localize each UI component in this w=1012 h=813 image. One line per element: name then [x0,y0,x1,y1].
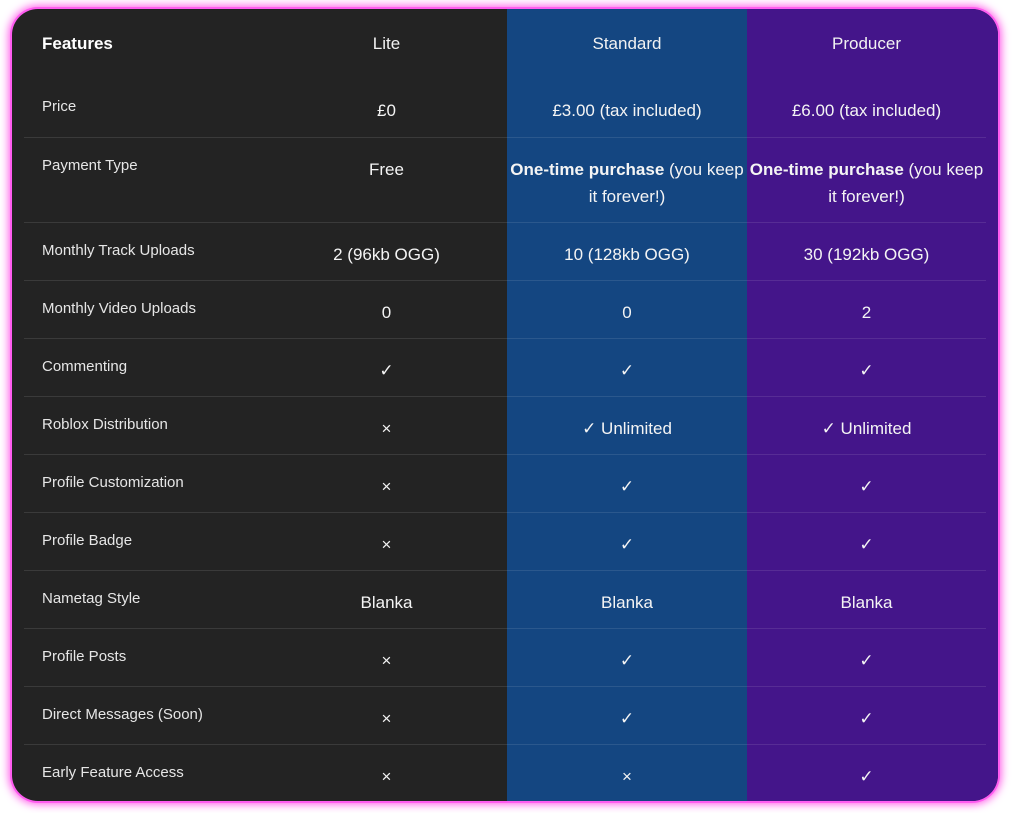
standard-value: £3.00 (tax included) [507,79,747,138]
feature-label: Price [24,79,266,138]
standard-nametag-sample: Blanka [507,570,747,629]
plan-header-lite: Lite [372,34,401,53]
table-row-commenting: Commenting ✓ ✓ ✓ [24,338,986,397]
standard-cross-icon: × [622,766,632,786]
lite-cross-icon: × [266,396,507,455]
standard-check-icon: ✓ [507,512,747,571]
lite-cross-icon: × [266,454,507,513]
table-row-direct-messages: Direct Messages (Soon) × ✓ ✓ [24,686,986,745]
table-row-roblox-distribution: Roblox Distribution × ✓ Unlimited ✓ Unli… [24,396,986,455]
producer-value: ✓ Unlimited [747,396,986,455]
lite-cross-icon: × [266,628,507,687]
feature-label: Profile Badge [24,512,266,571]
standard-check-icon: ✓ [507,454,747,513]
lite-check-icon: ✓ [266,338,507,397]
lite-cross-icon: × [266,686,507,745]
table-row-profile-customization: Profile Customization × ✓ ✓ [24,454,986,513]
feature-label: Roblox Distribution [24,396,266,455]
producer-value: One-time purchase (you keep it forever!) [747,137,986,223]
standard-check-icon: ✓ [507,338,747,397]
standard-value: 0 [507,280,747,339]
pricing-table-card: Features Lite Standard Producer Price £0… [12,9,998,801]
producer-check-icon: ✓ [747,338,986,397]
feature-label: Early Feature Access [42,763,184,781]
lite-cross-icon: × [266,512,507,571]
producer-value: 2 [747,280,986,339]
feature-label: Monthly Video Uploads [24,280,266,339]
table-row-monthly-video-uploads: Monthly Video Uploads 0 0 2 [24,280,986,339]
standard-value: ✓ Unlimited [507,396,747,455]
feature-label: Payment Type [24,137,266,223]
producer-check-icon: ✓ [747,686,986,745]
feature-label: Commenting [24,338,266,397]
feature-label: Profile Customization [24,454,266,513]
table-row-profile-posts: Profile Posts × ✓ ✓ [24,628,986,687]
standard-check-icon: ✓ [507,628,747,687]
lite-value: £0 [266,79,507,138]
feature-label: Monthly Track Uploads [24,222,266,281]
standard-check-icon: ✓ [507,686,747,745]
lite-value: Free [266,137,507,223]
plan-header-producer: Producer [832,34,901,53]
lite-nametag-sample: Blanka [266,570,507,629]
standard-value: One-time purchase (you keep it forever!) [507,137,747,223]
lite-cross-icon: × [381,766,392,786]
table-row-price: Price £0 £3.00 (tax included) £6.00 (tax… [24,79,986,138]
table-row-profile-badge: Profile Badge × ✓ ✓ [24,512,986,571]
feature-label: Nametag Style [24,570,266,629]
producer-payment-bold: One-time purchase [749,159,904,179]
plan-header-standard: Standard [592,34,662,53]
producer-nametag-sample: Blanka [747,570,986,629]
lite-value: 0 [266,280,507,339]
table-row-payment-type: Payment Type Free One-time purchase (you… [24,137,986,223]
plan-comparison-table: Features Lite Standard Producer Price £0… [24,9,986,801]
producer-check-icon: ✓ [747,512,986,571]
table-row-early-feature-access: Early Feature Access × × ✓ [24,744,986,801]
producer-check-icon: ✓ [747,454,986,513]
table-header-row: Features Lite Standard Producer [24,9,986,79]
standard-value: 10 (128kb OGG) [507,222,747,281]
standard-payment-bold: One-time purchase [510,159,665,179]
features-header: Features [42,34,113,53]
producer-value: £6.00 (tax included) [747,79,986,138]
lite-value: 2 (96kb OGG) [266,222,507,281]
producer-value: 30 (192kb OGG) [747,222,986,281]
feature-label: Direct Messages (Soon) [24,686,266,745]
producer-check-icon: ✓ [859,766,874,786]
table-row-monthly-track-uploads: Monthly Track Uploads 2 (96kb OGG) 10 (1… [24,222,986,281]
feature-label: Profile Posts [24,628,266,687]
producer-check-icon: ✓ [747,628,986,687]
table-row-nametag-style: Nametag Style Blanka Blanka Blanka [24,570,986,629]
